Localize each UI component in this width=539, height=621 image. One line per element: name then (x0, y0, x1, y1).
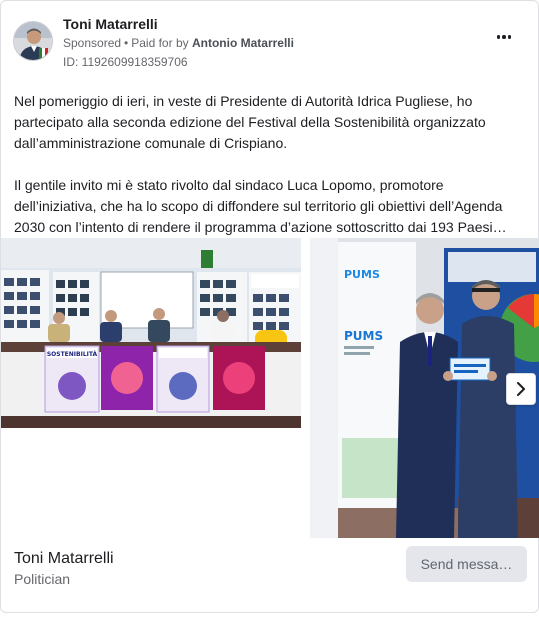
ad-body-text: Nel pomeriggio di ieri, in veste di Pres… (14, 91, 526, 238)
ad-id: ID: 1192609918359706 (63, 55, 188, 69)
avatar-photo (14, 22, 52, 60)
poster-title: SOSTENIBILITÀ (47, 351, 98, 358)
avatar[interactable] (13, 21, 53, 61)
send-message-button[interactable]: Send messa… (406, 546, 527, 582)
pums-banner-mid: PUMS (344, 329, 383, 343)
ad-header: Toni Matarrelli Sponsored • Paid for by An… (13, 15, 526, 75)
footer-page-name[interactable]: Toni Matarrelli (14, 550, 114, 568)
page-name[interactable]: Toni Matarrelli (63, 16, 158, 32)
separator-dot: • (124, 36, 129, 50)
conference-photo: SOSTENIBILITÀ (1, 238, 301, 428)
carousel-gap (310, 238, 338, 538)
pums-banner-top: PUMS (344, 268, 380, 281)
paid-for-name: Antonio Matarrelli (191, 36, 294, 50)
carousel-image-conference[interactable]: SOSTENIBILITÀ (1, 238, 301, 428)
paid-for-prefix: Paid for by (131, 36, 189, 50)
more-options-icon[interactable] (492, 25, 516, 49)
ad-footer: Toni Matarrelli Politician Send messa… (1, 538, 539, 614)
sponsored-label: Sponsored (63, 36, 122, 50)
body-paragraph: Il gentile invito mi è stato rivolto dal… (14, 177, 507, 235)
chevron-right-icon (517, 382, 525, 396)
sponsored-line: Sponsored • Paid for by Antonio Matarrelli (63, 36, 294, 50)
ad-card: Toni Matarrelli Sponsored • Paid for by An… (0, 0, 539, 613)
footer-category: Politician (14, 571, 71, 587)
body-paragraph: Nel pomeriggio di ieri, in veste di Pres… (14, 93, 486, 151)
carousel-next-button[interactable] (506, 373, 536, 405)
image-carousel: SOSTENIBILITÀ PUMS PUMS (1, 238, 539, 538)
